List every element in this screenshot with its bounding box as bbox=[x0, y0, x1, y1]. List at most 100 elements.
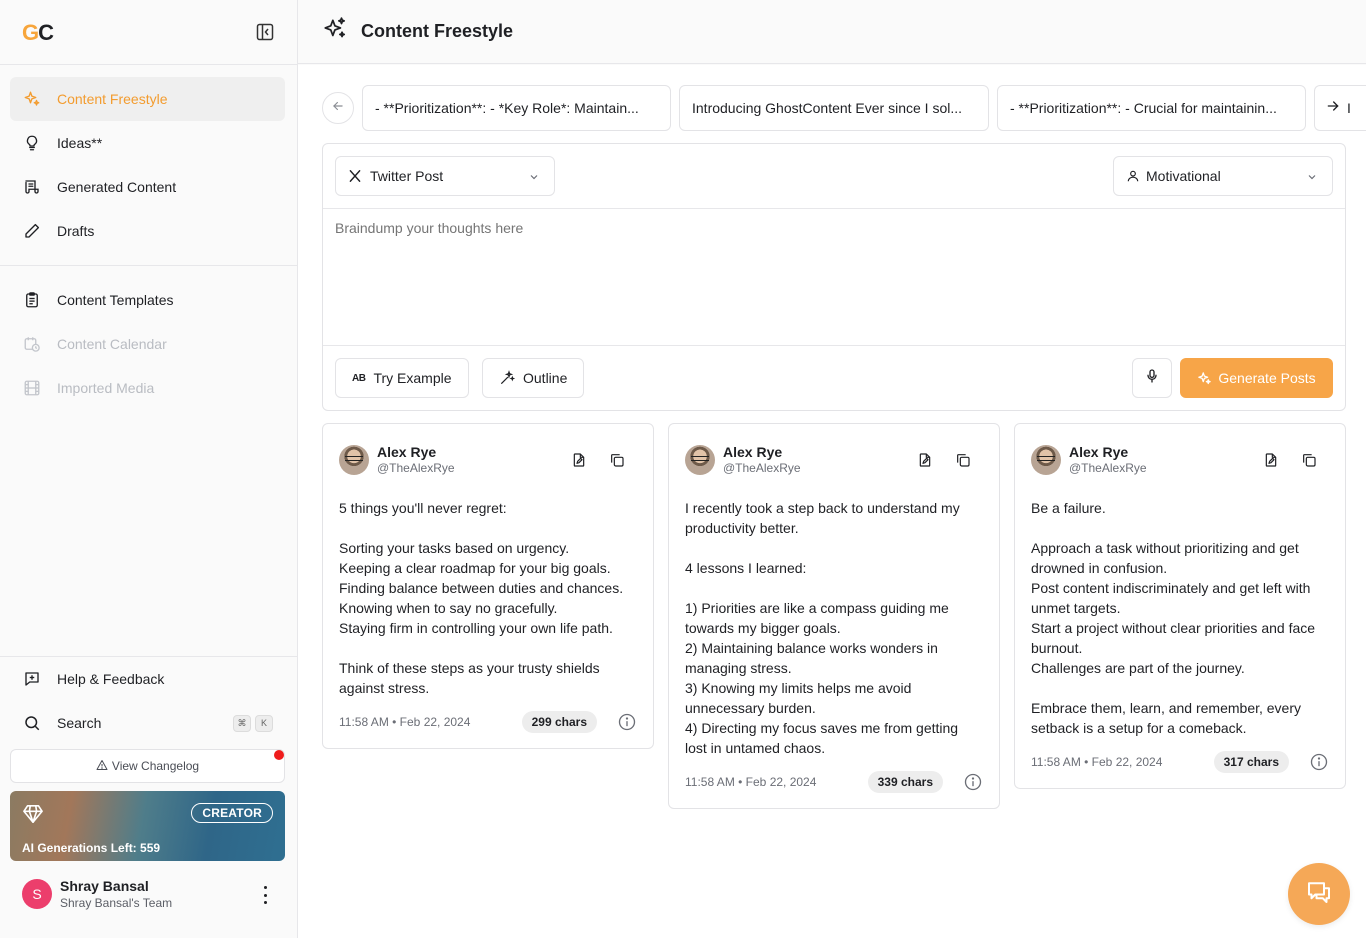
sidebar-item-drafts[interactable]: Drafts bbox=[10, 209, 285, 253]
sidebar-item-content-freestyle[interactable]: Content Freestyle bbox=[10, 77, 285, 121]
generate-posts-label: Generate Posts bbox=[1218, 370, 1316, 386]
clipboard-icon bbox=[22, 290, 42, 310]
char-count-badge: 317 chars bbox=[1213, 751, 1289, 773]
sidebar-item-ideas[interactable]: Ideas** bbox=[10, 121, 285, 165]
avatar bbox=[339, 445, 369, 475]
post-body: 5 things you'll never regret: Sorting yo… bbox=[339, 500, 624, 696]
try-example-button[interactable]: AB Try Example bbox=[335, 358, 469, 398]
braindump-input[interactable] bbox=[335, 220, 1333, 340]
film-icon bbox=[22, 378, 42, 398]
microphone-button[interactable] bbox=[1132, 358, 1172, 398]
scroll-icon bbox=[22, 177, 42, 197]
copy-icon[interactable] bbox=[1301, 452, 1317, 473]
info-icon[interactable] bbox=[963, 772, 983, 797]
ab-icon: AB bbox=[352, 372, 366, 384]
author-handle: @TheAlexRye bbox=[1069, 461, 1147, 475]
collapse-sidebar-icon[interactable] bbox=[254, 21, 276, 43]
sidebar-item-imported-media[interactable]: Imported Media bbox=[10, 366, 285, 410]
post-timestamp: 11:58 AM • Feb 22, 2024 bbox=[685, 775, 817, 789]
author-name: Alex Rye bbox=[377, 444, 437, 460]
pencil-icon bbox=[22, 221, 42, 241]
composer: Twitter Post Motivational AB Try Example… bbox=[322, 143, 1346, 411]
more-options-icon[interactable] bbox=[262, 886, 268, 904]
help-feedback-item[interactable]: Help & Feedback bbox=[10, 657, 285, 701]
sidebar-item-label: Drafts bbox=[57, 223, 95, 239]
chat-icon bbox=[1304, 877, 1334, 912]
platform-select-value: Twitter Post bbox=[370, 168, 444, 184]
generations-left: AI Generations Left: 559 bbox=[22, 841, 161, 855]
author-handle: @TheAlexRye bbox=[377, 461, 455, 475]
changelog-label: View Changelog bbox=[111, 759, 200, 773]
page-title: Content Freestyle bbox=[361, 21, 514, 41]
try-example-label: Try Example bbox=[373, 370, 452, 386]
chevron-down-icon bbox=[528, 170, 540, 186]
platform-select[interactable]: Twitter Post bbox=[335, 156, 555, 196]
page-header: Content Freestyle bbox=[298, 0, 1366, 64]
sidebar-item-label: Ideas** bbox=[57, 135, 103, 151]
search-item[interactable]: Search ⌘ K bbox=[10, 701, 285, 745]
generate-posts-button[interactable]: Generate Posts bbox=[1180, 358, 1333, 398]
sparkle-icon bbox=[22, 89, 42, 109]
sidebar-item-label: Help & Feedback bbox=[57, 671, 165, 687]
post-card: Alex Rye @TheAlexRye 5 things you'll nev… bbox=[322, 423, 654, 749]
info-icon[interactable] bbox=[1309, 752, 1329, 777]
idea-chip[interactable]: - **Prioritization**: - *Key Role*: Main… bbox=[362, 85, 671, 131]
sidebar-item-label: Generated Content bbox=[57, 179, 177, 195]
user-profile[interactable]: S Shray Bansal Shray Bansal's Team bbox=[22, 878, 172, 910]
carousel-prev-button[interactable] bbox=[322, 92, 354, 124]
info-icon[interactable] bbox=[617, 712, 637, 737]
post-timestamp: 11:58 AM • Feb 22, 2024 bbox=[1031, 755, 1163, 769]
edit-file-icon[interactable] bbox=[1263, 452, 1279, 473]
keyboard-shortcut: ⌘ K bbox=[233, 714, 273, 732]
carousel-next-button[interactable]: I bbox=[1314, 85, 1366, 131]
copy-icon[interactable] bbox=[609, 452, 625, 473]
outline-label: Outline bbox=[523, 370, 568, 386]
chat-support-button[interactable] bbox=[1288, 863, 1350, 925]
tone-select[interactable]: Motivational bbox=[1113, 156, 1333, 196]
arrow-right-icon bbox=[1325, 98, 1341, 119]
lightbulb-icon bbox=[22, 133, 42, 153]
divider bbox=[0, 64, 297, 65]
sidebar-item-generated-content[interactable]: Generated Content bbox=[10, 165, 285, 209]
idea-chip[interactable]: - **Prioritization**: - Crucial for main… bbox=[997, 85, 1306, 131]
divider bbox=[323, 345, 1345, 346]
post-body: Be a failure. Approach a task without pr… bbox=[1031, 500, 1316, 736]
copy-icon[interactable] bbox=[955, 452, 971, 473]
author-handle: @TheAlexRye bbox=[723, 461, 801, 475]
idea-chip-partial: I bbox=[1347, 100, 1351, 116]
sidebar-item-label: Content Templates bbox=[57, 292, 174, 308]
divider bbox=[323, 208, 1345, 209]
tone-select-value: Motivational bbox=[1146, 168, 1221, 184]
edit-file-icon[interactable] bbox=[571, 452, 587, 473]
arrow-left-icon bbox=[331, 99, 345, 118]
plan-card[interactable]: CREATOR AI Generations Left: 559 bbox=[10, 791, 285, 861]
divider bbox=[0, 265, 297, 266]
sidebar-item-content-templates[interactable]: Content Templates bbox=[10, 278, 285, 322]
main-content: - **Prioritization**: - *Key Role*: Main… bbox=[298, 65, 1366, 938]
user-icon bbox=[1126, 169, 1140, 183]
sidebar-item-label: Content Freestyle bbox=[57, 91, 168, 107]
calendar-clock-icon bbox=[22, 334, 42, 354]
avatar bbox=[685, 445, 715, 475]
view-changelog-button[interactable]: View Changelog bbox=[10, 749, 285, 783]
post-timestamp: 11:58 AM • Feb 22, 2024 bbox=[339, 715, 471, 729]
shortcut-key: ⌘ bbox=[233, 714, 251, 732]
sidebar-item-content-calendar[interactable]: Content Calendar bbox=[10, 322, 285, 366]
author-name: Alex Rye bbox=[723, 444, 783, 460]
post-card: Alex Rye @TheAlexRye I recently took a s… bbox=[668, 423, 1000, 809]
notification-dot bbox=[274, 750, 284, 760]
plan-badge: CREATOR bbox=[191, 803, 273, 823]
post-card: Alex Rye @TheAlexRye Be a failure. Appro… bbox=[1014, 423, 1346, 789]
edit-file-icon[interactable] bbox=[917, 452, 933, 473]
magic-wand-icon bbox=[499, 370, 515, 386]
post-body: I recently took a step back to understan… bbox=[685, 500, 960, 756]
outline-button[interactable]: Outline bbox=[482, 358, 585, 398]
user-name: Shray Bansal bbox=[60, 878, 149, 894]
sidebar-item-label: Search bbox=[57, 715, 102, 731]
message-plus-icon bbox=[22, 669, 42, 689]
search-icon bbox=[22, 713, 42, 733]
idea-chip[interactable]: Introducing GhostContent Ever since I so… bbox=[679, 85, 989, 131]
logo[interactable]: GC bbox=[22, 20, 54, 46]
char-count-badge: 299 chars bbox=[521, 711, 597, 733]
author-name: Alex Rye bbox=[1069, 444, 1129, 460]
